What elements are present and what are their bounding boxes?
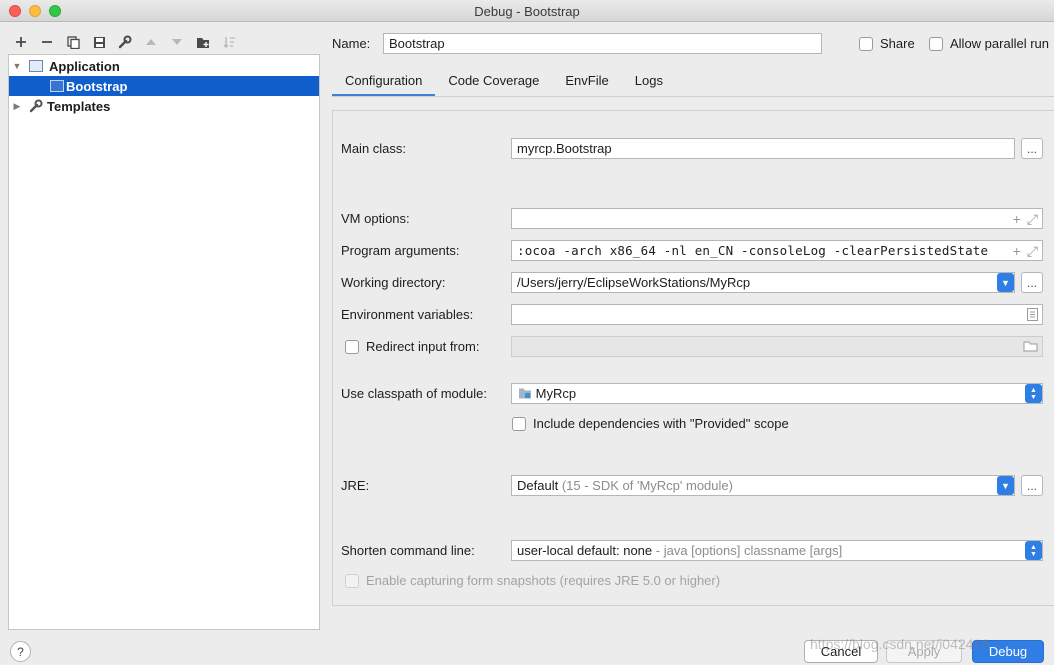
- vm-options-field[interactable]: + ⤢: [511, 208, 1043, 229]
- share-label: Share: [880, 36, 915, 51]
- config-toolbar: [8, 32, 242, 52]
- share-checkbox-row: Share: [859, 36, 915, 51]
- chevron-down-icon[interactable]: ▼: [997, 476, 1014, 495]
- window-title: Debug - Bootstrap: [474, 4, 580, 19]
- program-arguments-label: Program arguments:: [341, 243, 460, 258]
- environment-variables-label: Environment variables:: [341, 307, 474, 322]
- shorten-command-line-hint: - java [options] classname [args]: [655, 543, 843, 558]
- form-snapshots-label: Enable capturing form snapshots (require…: [366, 573, 721, 588]
- tree-item-templates-label: Templates: [47, 98, 111, 114]
- shorten-command-line-value: user-local default: none: [517, 543, 653, 558]
- field-actions: + ⤢: [1009, 243, 1038, 260]
- classpath-module-value: MyRcp: [535, 386, 577, 401]
- shorten-command-line-select[interactable]: user-local default: none - java [options…: [511, 540, 1043, 561]
- environment-variables-field[interactable]: [511, 304, 1043, 325]
- field-actions: [1027, 307, 1038, 321]
- module-folder-icon: [519, 388, 531, 399]
- plus-icon[interactable]: +: [1013, 243, 1021, 260]
- copy-icon[interactable]: [60, 32, 86, 52]
- tab-bar: Configuration Code Coverage EnvFile Logs: [332, 64, 676, 97]
- configuration-panel: [332, 110, 1054, 606]
- move-up-icon[interactable]: [138, 32, 164, 52]
- plus-icon[interactable]: +: [1013, 211, 1021, 228]
- classpath-module-select[interactable]: MyRcp ▲ ▼: [511, 383, 1043, 404]
- tab-divider: [332, 96, 1054, 97]
- tab-code-coverage[interactable]: Code Coverage: [435, 64, 552, 97]
- chevron-down-icon[interactable]: ▼: [12, 61, 22, 71]
- tree-item-application[interactable]: ▼ Application: [9, 56, 319, 76]
- jre-hint: (15 - SDK of 'MyRcp' module): [561, 478, 733, 493]
- add-icon[interactable]: [8, 32, 34, 52]
- tab-logs[interactable]: Logs: [622, 64, 676, 97]
- jre-browse-button[interactable]: ...: [1021, 475, 1043, 496]
- configuration-tree: ▼ Application Bootstrap ▶ Templates: [8, 54, 320, 630]
- redirect-input-row: Redirect input from:: [345, 339, 479, 354]
- tab-envfile[interactable]: EnvFile: [552, 64, 621, 97]
- redirect-input-label: Redirect input from:: [366, 339, 480, 354]
- redirect-input-field[interactable]: [511, 336, 1043, 357]
- parallel-run-checkbox[interactable]: [929, 36, 943, 51]
- jre-select[interactable]: Default (15 - SDK of 'MyRcp' module) ▼: [511, 475, 1015, 496]
- tree-item-templates[interactable]: ▶ Templates: [9, 96, 319, 116]
- include-dependencies-row: Include dependencies with "Provided" sco…: [512, 416, 789, 431]
- chevron-right-icon[interactable]: ▶: [12, 101, 22, 111]
- wrench-icon: [29, 99, 43, 113]
- expand-icon[interactable]: ⤢: [1027, 243, 1038, 260]
- wrench-icon[interactable]: [112, 32, 138, 52]
- working-directory-value: /Users/jerry/EclipseWorkStations/MyRcp: [517, 275, 751, 290]
- jre-label: JRE:: [341, 478, 370, 493]
- vm-options-label: VM options:: [341, 211, 410, 226]
- watermark: https://blog.csdn.net/i042416: [810, 636, 990, 652]
- sort-icon[interactable]: [216, 32, 242, 52]
- tree-item-application-label: Application: [49, 58, 120, 74]
- program-arguments-field[interactable]: :ocoa -arch x86_64 -nl en_CN -consoleLog…: [511, 240, 1043, 261]
- title-bar: Debug - Bootstrap: [0, 0, 1054, 22]
- expand-icon[interactable]: ⤢: [1027, 211, 1038, 228]
- share-checkbox[interactable]: [859, 36, 873, 51]
- chevron-down-icon[interactable]: ▼: [997, 273, 1014, 292]
- folder-icon[interactable]: [1023, 340, 1038, 352]
- classpath-module-label: Use classpath of module:: [341, 386, 487, 401]
- name-field[interactable]: Bootstrap: [383, 33, 822, 54]
- main-class-label: Main class:: [341, 141, 407, 156]
- folder-add-icon[interactable]: [190, 32, 216, 52]
- document-icon[interactable]: [1027, 308, 1038, 321]
- form-snapshots-row: Enable capturing form snapshots (require…: [345, 573, 720, 588]
- redirect-input-checkbox[interactable]: [345, 339, 359, 354]
- application-icon: [29, 60, 43, 72]
- form-snapshots-checkbox[interactable]: [345, 573, 359, 588]
- program-arguments-value: :ocoa -arch x86_64 -nl en_CN -consoleLog…: [517, 243, 989, 258]
- include-dependencies-label: Include dependencies with "Provided" sco…: [533, 416, 789, 431]
- save-icon[interactable]: [86, 32, 112, 52]
- parallel-run-checkbox-row: Allow parallel run: [929, 36, 1049, 51]
- tree-item-bootstrap-label: Bootstrap: [66, 78, 128, 94]
- move-down-icon[interactable]: [164, 32, 190, 52]
- working-directory-browse-button[interactable]: ...: [1021, 272, 1043, 293]
- working-directory-label: Working directory:: [341, 275, 446, 290]
- help-button[interactable]: ?: [10, 641, 31, 662]
- jre-value: Default: [517, 478, 559, 493]
- field-actions: [1023, 339, 1038, 352]
- parallel-run-label: Allow parallel run: [950, 36, 1049, 51]
- updown-chevron-icon[interactable]: ▲ ▼: [1025, 541, 1042, 560]
- remove-icon[interactable]: [34, 32, 60, 52]
- main-class-field[interactable]: myrcp.Bootstrap: [511, 138, 1015, 159]
- field-actions: + ⤢: [1013, 211, 1038, 228]
- shorten-command-line-label: Shorten command line:: [341, 543, 475, 558]
- name-label: Name:: [332, 36, 371, 51]
- updown-chevron-icon[interactable]: ▲ ▼: [1025, 384, 1042, 403]
- working-directory-field[interactable]: /Users/jerry/EclipseWorkStations/MyRcp ▼: [511, 272, 1015, 293]
- include-dependencies-checkbox[interactable]: [512, 416, 526, 431]
- main-class-browse-button[interactable]: ...: [1021, 138, 1043, 159]
- application-config-icon: [50, 80, 64, 92]
- tree-item-bootstrap[interactable]: Bootstrap: [9, 76, 319, 96]
- tab-configuration[interactable]: Configuration: [332, 64, 436, 97]
